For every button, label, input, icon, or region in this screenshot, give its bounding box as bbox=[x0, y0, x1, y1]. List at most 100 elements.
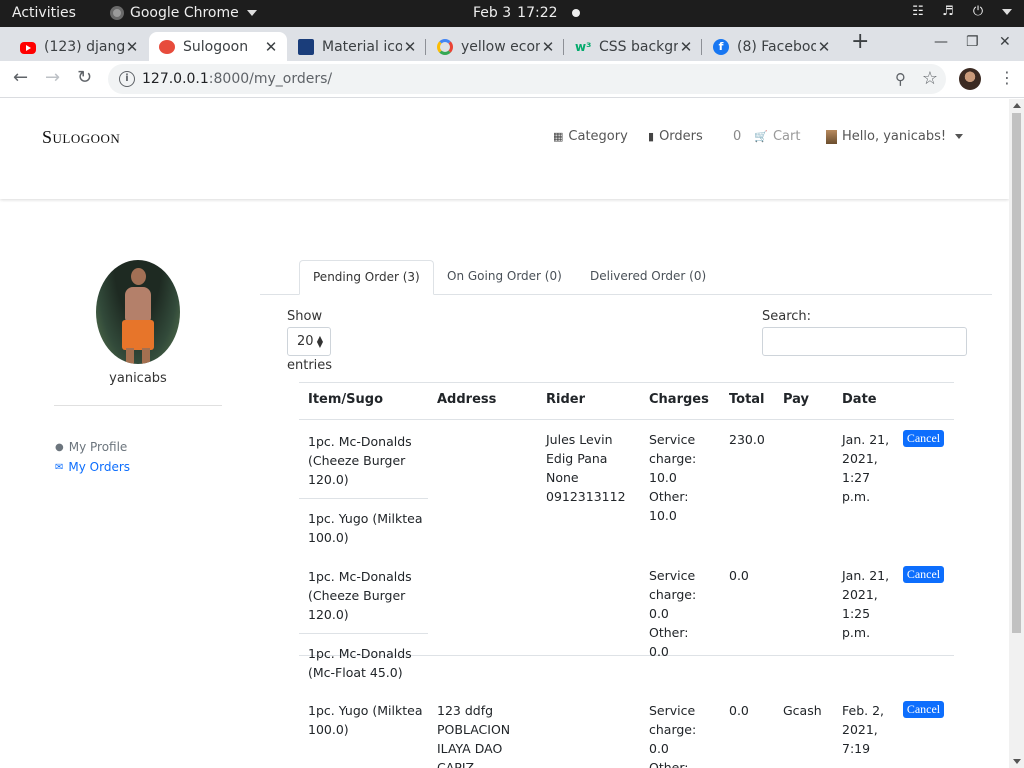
tab-pending-order[interactable]: Pending Order (3) bbox=[299, 260, 434, 295]
caret-down-icon bbox=[246, 10, 257, 16]
menu-kebab-icon[interactable]: ⋮ bbox=[999, 68, 1015, 88]
tab-title: yellow ecommerce bbox=[461, 38, 540, 55]
reload-icon[interactable]: ↻ bbox=[77, 69, 92, 87]
browser-tab[interactable]: w³ CSS background ✕ bbox=[565, 32, 702, 61]
google-icon bbox=[437, 38, 453, 55]
page-size-select[interactable]: 20 ▲ ▼ bbox=[287, 327, 331, 356]
restore-icon[interactable]: ❐ bbox=[966, 34, 979, 50]
info-icon[interactable]: i bbox=[119, 71, 135, 87]
tab-separator bbox=[425, 39, 426, 55]
profile-avatar[interactable] bbox=[959, 68, 981, 90]
sidebar-item-my-orders[interactable]: ✉ My Orders bbox=[55, 460, 130, 474]
column-header[interactable]: Charges bbox=[649, 392, 709, 407]
window-close-icon[interactable]: ✕ bbox=[999, 34, 1011, 50]
clock-date: Feb 3 bbox=[473, 5, 512, 21]
url-path: :8000/my_orders/ bbox=[208, 71, 333, 87]
grid-icon: ▦ bbox=[553, 130, 564, 143]
cart-count: 0 bbox=[733, 129, 742, 144]
sidebar-username: yanicabs bbox=[109, 371, 167, 386]
select-arrows-icon: ▲ ▼ bbox=[316, 334, 323, 349]
sidebar-item-label: My Orders bbox=[68, 460, 131, 474]
other-charge: Other: 0.0 bbox=[649, 625, 689, 659]
app-menu[interactable]: Google Chrome bbox=[110, 5, 257, 21]
cart-icon: 🛒 bbox=[754, 130, 768, 143]
close-icon[interactable]: ✕ bbox=[816, 38, 832, 56]
cancel-button[interactable]: Cancel bbox=[903, 430, 944, 447]
close-icon[interactable]: ✕ bbox=[263, 38, 279, 56]
browser-tab[interactable]: f (8) Facebook ✕ bbox=[703, 32, 840, 61]
minimize-icon[interactable]: — bbox=[934, 34, 948, 50]
page-scrollbar[interactable] bbox=[1009, 99, 1024, 768]
zoom-icon[interactable]: ⚲ bbox=[895, 70, 906, 88]
material-icon bbox=[298, 38, 314, 55]
order-item: 1pc. Mc-Donalds (Cheeze Burger 120.0) bbox=[308, 569, 412, 622]
tab-title: (123) django bbox=[44, 38, 124, 55]
scroll-down-arrow-icon[interactable] bbox=[1013, 759, 1021, 764]
show-label: Show bbox=[287, 309, 323, 324]
cancel-button[interactable]: Cancel bbox=[903, 566, 944, 583]
order-date: Feb. 2, 2021, 7:19 bbox=[842, 703, 885, 756]
close-icon[interactable]: ✕ bbox=[678, 38, 694, 56]
order-address: 123 ddfg POBLACION ILAYA DAO CAPIZ bbox=[437, 703, 511, 768]
site-icon bbox=[159, 39, 175, 54]
order-date: Jan. 21, 2021, 1:25 p.m. bbox=[842, 568, 890, 640]
brand-logo[interactable]: Sulogoon bbox=[42, 127, 120, 148]
nav-cart-link[interactable]: 0 🛒 Cart bbox=[733, 129, 800, 144]
app-menu-label: Google Chrome bbox=[130, 5, 239, 21]
nav-category-link[interactable]: ▦ Category bbox=[553, 129, 628, 144]
back-arrow-icon[interactable]: ← bbox=[13, 69, 28, 87]
tab-separator bbox=[701, 39, 702, 55]
order-item: 1pc. Yugo (Milktea 100.0) bbox=[308, 703, 423, 737]
order-item: 1pc. Mc-Donalds (Cheeze Burger 120.0) bbox=[308, 434, 412, 487]
nav-orders-label: Orders bbox=[659, 129, 703, 144]
sidebar-item-label: My Profile bbox=[68, 440, 128, 454]
close-icon[interactable]: ✕ bbox=[402, 38, 418, 56]
column-header[interactable]: Total bbox=[729, 392, 765, 407]
tab-ongoing-order[interactable]: On Going Order (0) bbox=[434, 260, 575, 295]
column-header[interactable]: Address bbox=[437, 392, 496, 407]
column-header[interactable]: Rider bbox=[546, 392, 585, 407]
scroll-thumb[interactable] bbox=[1012, 113, 1021, 633]
column-header[interactable]: Pay bbox=[783, 392, 809, 407]
close-icon[interactable]: ✕ bbox=[124, 38, 140, 56]
order-total: 0.0 bbox=[729, 703, 749, 718]
service-charge: Service charge: 0.0 bbox=[649, 568, 697, 621]
new-tab-plus-icon[interactable]: + bbox=[851, 31, 869, 53]
other-charge: Other: 10.0 bbox=[649, 489, 689, 523]
page-viewport: Sulogoon ▦ Category ▮ Orders 0 🛒 Cart He… bbox=[0, 99, 1009, 768]
volume-icon: ♬ bbox=[942, 4, 954, 19]
scroll-up-arrow-icon[interactable] bbox=[1013, 103, 1021, 108]
forward-arrow-icon[interactable]: → bbox=[45, 69, 60, 87]
power-icon: ⏻ bbox=[972, 4, 984, 19]
column-header[interactable]: Item/Sugo bbox=[308, 392, 383, 407]
w3schools-icon: w³ bbox=[575, 39, 592, 54]
address-bar[interactable]: i 127.0.0.1:8000/my_orders/ ⚲ ☆ bbox=[108, 64, 946, 94]
caret-down-icon bbox=[955, 134, 964, 139]
service-charge: Service charge: 0.0 bbox=[649, 703, 697, 756]
tab-title: (8) Facebook bbox=[737, 38, 816, 55]
rider-phone: 0912313112 bbox=[546, 489, 626, 504]
browser-tab[interactable]: Material icons ✕ bbox=[288, 32, 426, 61]
activities-button[interactable]: Activities bbox=[12, 5, 76, 21]
url-text[interactable]: 127.0.0.1:8000/my_orders/ bbox=[142, 71, 332, 87]
tab-separator bbox=[563, 39, 564, 55]
rider-vehicle: None bbox=[546, 470, 579, 485]
tab-delivered-order[interactable]: Delivered Order (0) bbox=[577, 260, 719, 295]
chrome-icon bbox=[110, 6, 124, 20]
clock[interactable]: Feb 3 17:22 bbox=[473, 5, 580, 21]
search-input[interactable] bbox=[762, 327, 967, 356]
nav-orders-link[interactable]: ▮ Orders bbox=[648, 129, 703, 144]
facebook-icon: f bbox=[713, 38, 729, 55]
system-tray[interactable]: ☷ ♬ ⏻ bbox=[910, 5, 1012, 19]
cancel-button[interactable]: Cancel bbox=[903, 701, 944, 718]
column-header[interactable]: Date bbox=[842, 392, 877, 407]
bookmark-star-icon[interactable]: ☆ bbox=[922, 68, 938, 89]
close-icon[interactable]: ✕ bbox=[540, 38, 556, 56]
browser-tab-active[interactable]: Sulogoon ✕ bbox=[149, 32, 287, 61]
table-border bbox=[299, 382, 954, 383]
sidebar-item-my-profile[interactable]: ● My Profile bbox=[55, 440, 127, 454]
browser-tab[interactable]: yellow ecommerce ✕ bbox=[427, 32, 564, 61]
browser-tab[interactable]: (123) django ✕ bbox=[10, 32, 148, 61]
user-dropdown[interactable]: Hello, yanicabs! bbox=[826, 129, 964, 144]
profile-photo bbox=[96, 260, 180, 364]
